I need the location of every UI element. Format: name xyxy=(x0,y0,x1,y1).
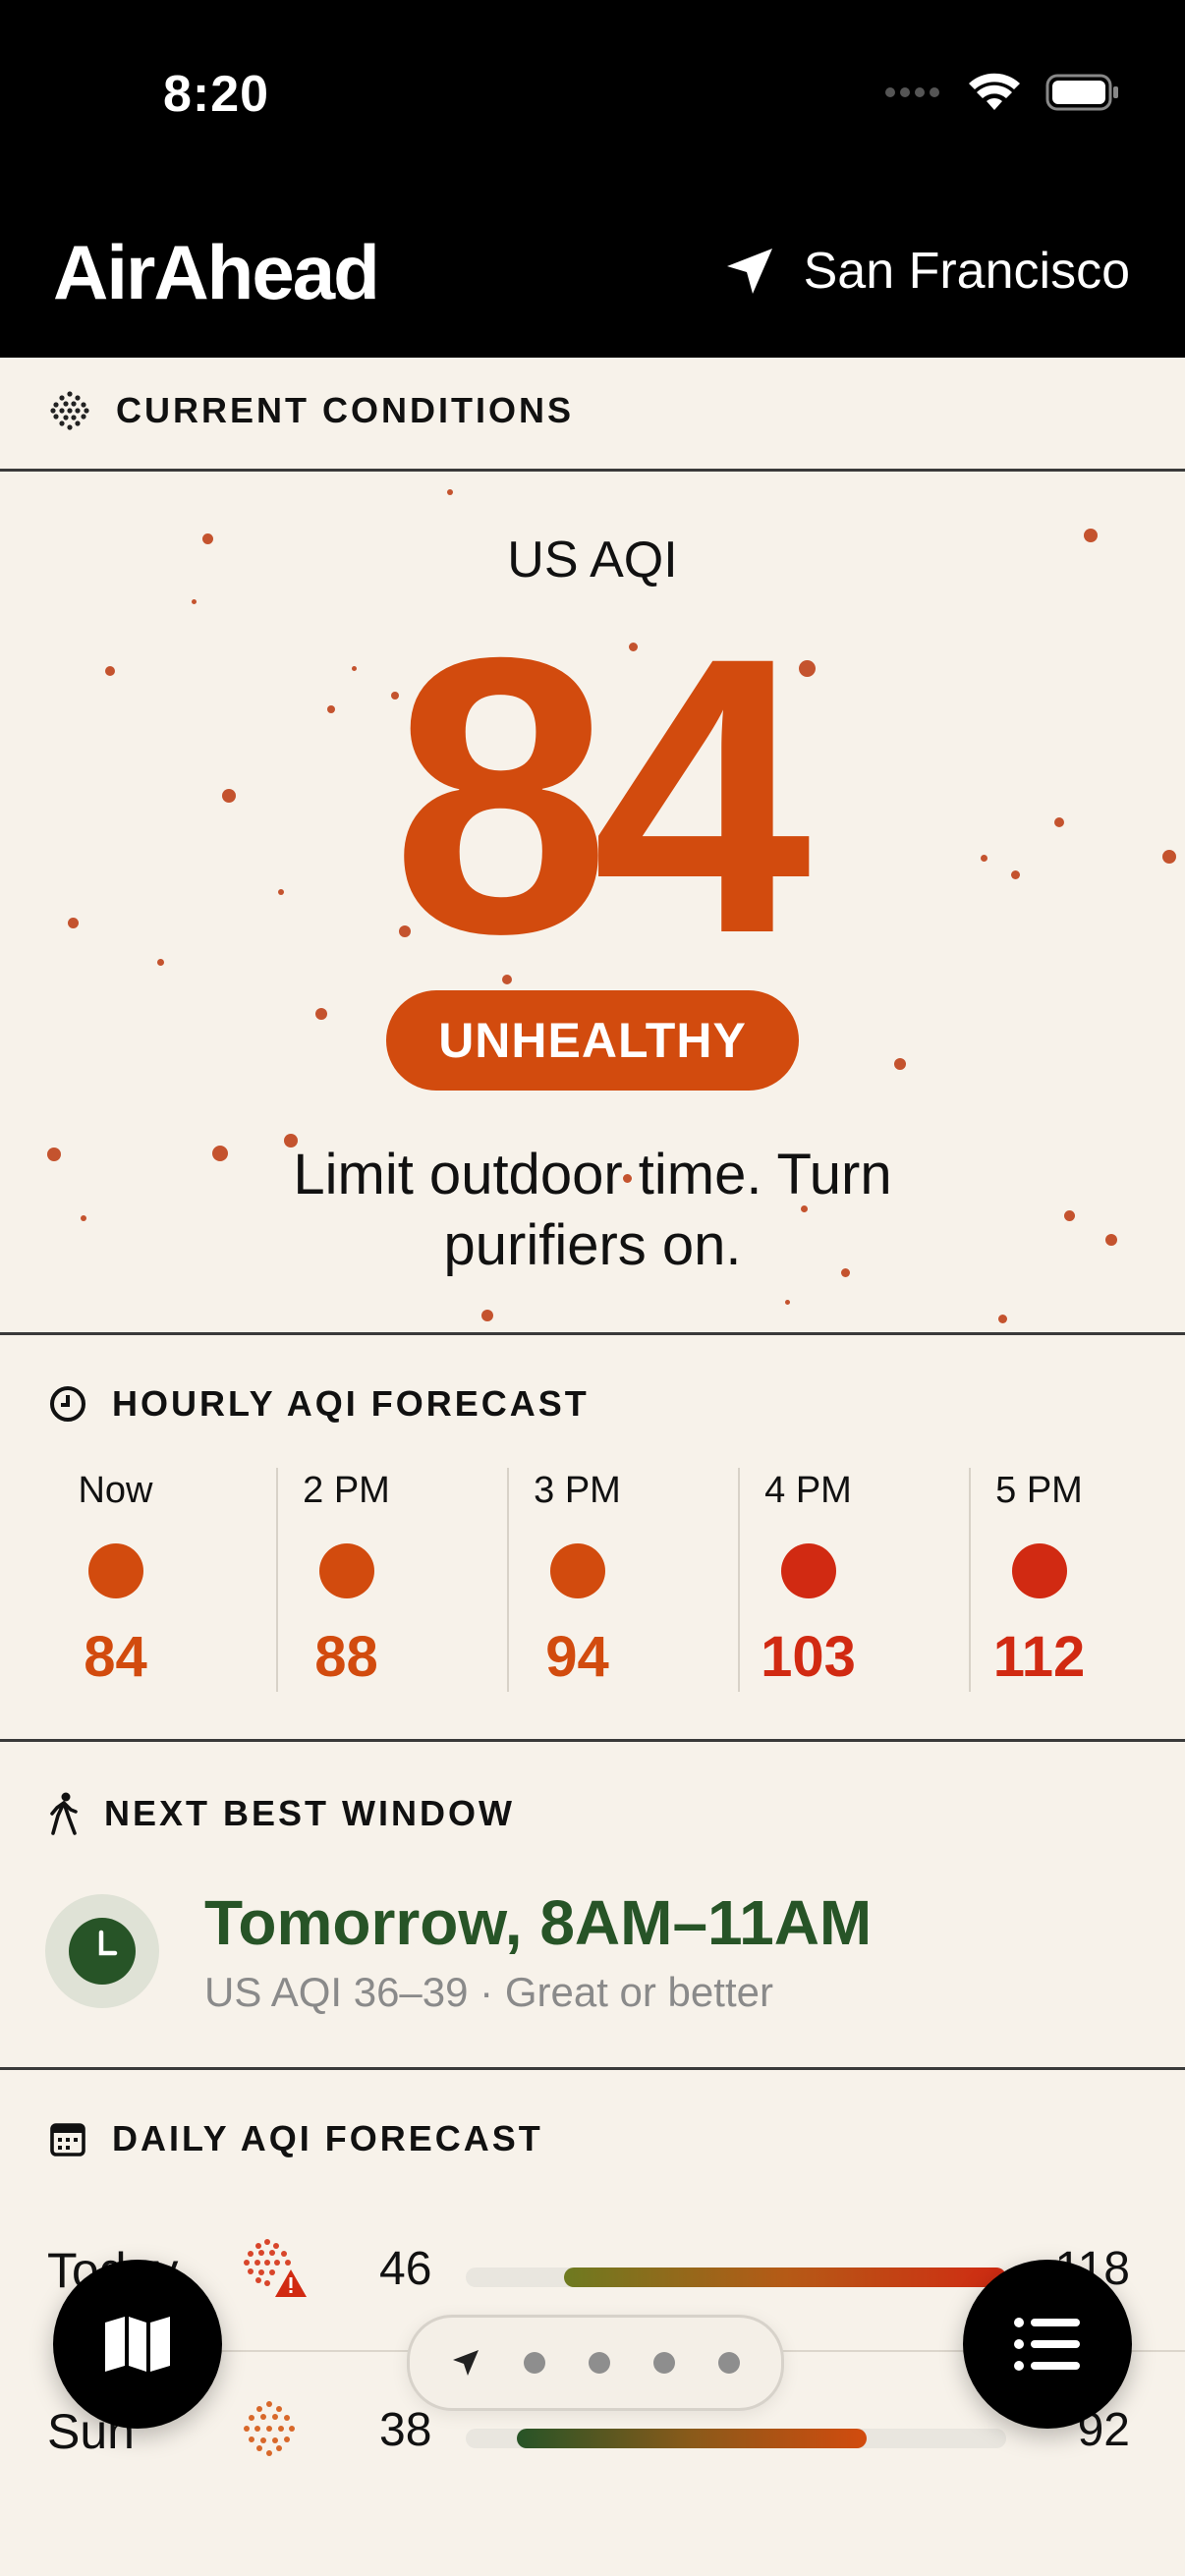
hourly-forecast-list[interactable]: Now 84 2 PM 88 3 PM 94 4 PM 103 5 PM 112 xyxy=(0,1468,1185,1692)
particle-dot xyxy=(785,1300,790,1305)
clock-icon xyxy=(50,1386,85,1422)
particles-warning-icon xyxy=(244,2239,307,2297)
current-location-icon[interactable] xyxy=(451,2348,480,2378)
column-divider xyxy=(276,1468,278,1692)
particles-icon xyxy=(50,391,89,430)
hourly-forecast-header: HOURLY AQI FORECAST xyxy=(49,1383,590,1425)
list-button[interactable] xyxy=(963,2260,1132,2429)
status-bar: 8:20 xyxy=(0,0,1185,187)
divider xyxy=(0,1332,1185,1335)
hour-time: 5 PM xyxy=(995,1470,1083,1511)
day-low-value: 46 xyxy=(379,2243,432,2295)
daily-forecast-label: DAILY AQI FORECAST xyxy=(112,2118,543,2158)
particle-dot xyxy=(1105,1234,1117,1246)
column-divider xyxy=(969,1468,971,1692)
particle-dot xyxy=(998,1315,1007,1323)
aqi-dot xyxy=(780,1543,836,1598)
current-conditions-label: CURRENT CONDITIONS xyxy=(116,390,574,430)
page-dot[interactable] xyxy=(589,2352,610,2374)
range-bar xyxy=(517,2429,867,2448)
clock-icon xyxy=(69,1918,136,1985)
health-advice: Limit outdoor time. Turn purifiers on. xyxy=(293,1143,892,1277)
column-divider xyxy=(738,1468,740,1692)
hour-aqi-value: 88 xyxy=(314,1625,378,1689)
hourly-item[interactable]: Now 84 xyxy=(0,1468,231,1692)
divider xyxy=(0,1739,1185,1742)
divider xyxy=(0,2067,1185,2070)
hourly-item[interactable]: 2 PM 88 xyxy=(231,1468,462,1692)
range-track xyxy=(466,2429,1006,2448)
aqi-category-badge: UNHEALTHY xyxy=(386,990,799,1091)
map-icon xyxy=(105,2317,170,2372)
aqi-value: 84 xyxy=(391,576,812,1015)
current-conditions-header: CURRENT CONDITIONS xyxy=(49,390,574,431)
aqi-hero: US AQI 84 UNHEALTHY Limit outdoor time. … xyxy=(0,472,1185,1334)
hour-time: 3 PM xyxy=(534,1470,621,1511)
app-title: AirAhead xyxy=(53,229,380,315)
hour-aqi-value: 84 xyxy=(84,1625,147,1689)
best-window-label: NEXT BEST WINDOW xyxy=(104,1793,515,1833)
daily-forecast-header: DAILY AQI FORECAST xyxy=(49,2118,543,2159)
calendar-icon xyxy=(50,2123,85,2156)
list-icon xyxy=(1014,2318,1080,2371)
page-dot[interactable] xyxy=(718,2352,740,2374)
location-pager[interactable] xyxy=(407,2315,784,2411)
particle-dot xyxy=(894,1058,906,1070)
page-dot[interactable] xyxy=(653,2352,675,2374)
map-button[interactable] xyxy=(53,2260,222,2429)
hour-aqi-value: 103 xyxy=(761,1625,856,1689)
particle-dot xyxy=(1064,1210,1075,1221)
aqi-dot xyxy=(318,1543,374,1598)
particle-dot xyxy=(447,489,453,495)
cellular-signal-icon xyxy=(885,87,939,97)
page-dot[interactable] xyxy=(524,2352,545,2374)
hourly-item[interactable]: 5 PM 112 xyxy=(924,1468,1155,1692)
aqi-dot xyxy=(1011,1543,1067,1598)
hour-time: 4 PM xyxy=(764,1470,852,1511)
column-divider xyxy=(507,1468,509,1692)
range-track xyxy=(466,2268,1006,2287)
status-time: 8:20 xyxy=(163,66,270,123)
location-arrow-icon xyxy=(726,249,772,294)
best-window-clock-badge xyxy=(45,1894,159,2008)
particles-icon xyxy=(244,2401,295,2456)
app-header: AirAhead San Francisco xyxy=(0,187,1185,358)
particle-dot xyxy=(47,1148,61,1161)
status-icons xyxy=(884,73,1120,112)
location-name: San Francisco xyxy=(803,243,1130,300)
best-window-time: Tomorrow, 8AM–11AM xyxy=(204,1887,873,1958)
hour-aqi-value: 94 xyxy=(545,1625,609,1689)
battery-icon xyxy=(1045,74,1118,111)
best-window-header: NEXT BEST WINDOW xyxy=(49,1792,515,1835)
best-window-detail: US AQI 36–39 · Great or better xyxy=(204,1969,773,2015)
day-low-value: 38 xyxy=(379,2404,432,2456)
particle-dot xyxy=(481,1310,493,1321)
range-bar xyxy=(564,2268,1006,2287)
wifi-icon xyxy=(969,73,1020,110)
particle-dot xyxy=(81,1215,86,1221)
hourly-forecast-label: HOURLY AQI FORECAST xyxy=(112,1383,590,1424)
hour-time: 2 PM xyxy=(303,1470,390,1511)
hourly-item[interactable]: 4 PM 103 xyxy=(693,1468,924,1692)
aqi-dot xyxy=(549,1543,605,1598)
walking-person-icon xyxy=(50,1792,78,1835)
location-selector[interactable]: San Francisco xyxy=(723,242,1130,301)
hour-aqi-value: 112 xyxy=(992,1625,1086,1689)
hourly-item[interactable]: 3 PM 94 xyxy=(462,1468,693,1692)
particle-dot xyxy=(315,1008,327,1020)
aqi-dot xyxy=(87,1543,143,1598)
hour-time: Now xyxy=(78,1470,153,1511)
